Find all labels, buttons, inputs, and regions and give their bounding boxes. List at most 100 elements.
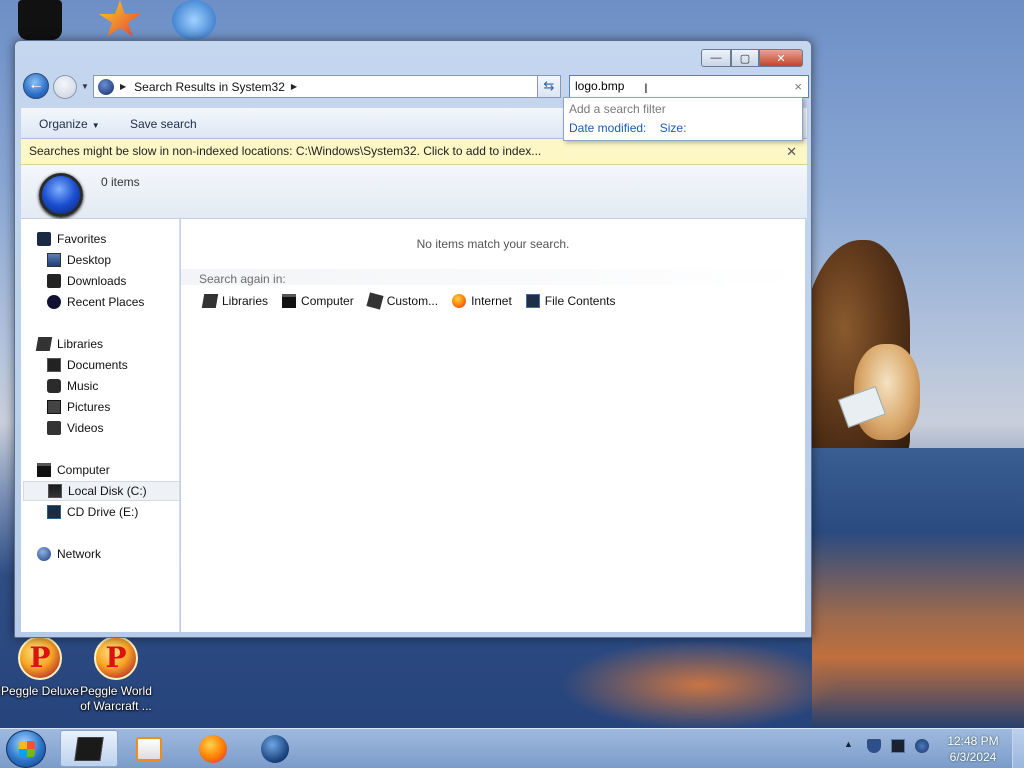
breadcrumb-trail-arrow[interactable]: ▶ bbox=[291, 82, 297, 91]
desktop-icon-peggle-deluxe[interactable]: P Peggle Deluxe bbox=[0, 636, 80, 699]
maximize-button[interactable]: ▢ bbox=[731, 49, 759, 67]
index-info-bar[interactable]: Searches might be slow in non-indexed lo… bbox=[21, 139, 807, 165]
downloads-icon bbox=[47, 274, 61, 288]
info-bar-close-button[interactable]: ✕ bbox=[786, 139, 797, 164]
address-bar[interactable]: ▶ Search Results in System32 ▶ ▼ bbox=[93, 75, 558, 98]
start-button[interactable] bbox=[6, 730, 46, 768]
search-input[interactable]: logo.bmp I × bbox=[569, 75, 809, 98]
clock[interactable]: 12:48 PM 6/3/2024 bbox=[940, 733, 1006, 765]
nav-label: CD Drive (E:) bbox=[67, 505, 139, 519]
organize-button[interactable]: Organize ▼ bbox=[39, 117, 100, 131]
peggle-logo-icon: P bbox=[94, 636, 138, 680]
volume-icon[interactable] bbox=[914, 739, 929, 753]
nav-label: Downloads bbox=[67, 274, 127, 288]
save-search-button[interactable]: Save search bbox=[130, 117, 197, 131]
option-label: Libraries bbox=[222, 294, 269, 308]
libraries-icon bbox=[201, 294, 219, 308]
peggle-top-icon[interactable] bbox=[172, 0, 216, 40]
search-again-computer[interactable]: Computer bbox=[282, 294, 354, 308]
nav-libraries[interactable]: Libraries bbox=[35, 334, 194, 354]
computer-icon bbox=[37, 463, 51, 477]
taskbar: ▲ 12:48 PM 6/3/2024 bbox=[0, 728, 1024, 768]
videos-icon bbox=[47, 421, 61, 435]
nav-label: Pictures bbox=[67, 400, 111, 414]
close-button[interactable]: ✕ bbox=[759, 49, 803, 67]
recent-places-icon bbox=[47, 295, 61, 309]
wallpaper-sunset-glow bbox=[560, 640, 840, 730]
nav-label: Recent Places bbox=[67, 295, 145, 309]
info-bar-message: Searches might be slow in non-indexed lo… bbox=[29, 144, 542, 158]
clear-search-button[interactable]: × bbox=[794, 76, 802, 97]
action-center-icon[interactable] bbox=[866, 739, 881, 753]
desktop-icon-label: Peggle World of Warcraft ... bbox=[80, 684, 152, 713]
libraries-icon bbox=[35, 337, 53, 351]
search-again-internet[interactable]: Internet bbox=[452, 294, 512, 308]
results-pane: No items match your search. Search again… bbox=[181, 219, 805, 632]
nav-favorites[interactable]: Favorites bbox=[37, 229, 194, 249]
explorer-window: — ▢ ✕ ← ▼ ▶ Search Results in System32 ▶… bbox=[14, 40, 812, 638]
nav-label: Documents bbox=[67, 358, 128, 372]
nav-label: Desktop bbox=[67, 253, 112, 267]
back-button[interactable]: ← bbox=[23, 73, 49, 99]
minimize-button[interactable]: — bbox=[701, 49, 731, 67]
refresh-button[interactable]: ⇆ bbox=[537, 75, 561, 98]
clock-date: 6/3/2024 bbox=[949, 750, 997, 764]
computer-icon bbox=[282, 294, 297, 308]
recycle-bin-icon[interactable] bbox=[18, 0, 62, 40]
search-again-custom[interactable]: Custom... bbox=[366, 292, 439, 310]
breadcrumb-separator[interactable]: ▶ bbox=[120, 82, 126, 91]
breadcrumb-location[interactable]: Search Results in System32 bbox=[134, 80, 285, 94]
documents-icon bbox=[47, 358, 61, 372]
no-items-message: No items match your search. bbox=[416, 237, 570, 251]
option-label: Internet bbox=[471, 294, 512, 308]
chevron-down-icon: ▼ bbox=[91, 121, 100, 130]
nav-label: Network bbox=[57, 547, 102, 561]
search-input-value: logo.bmp bbox=[575, 79, 625, 93]
network-status-icon[interactable] bbox=[890, 739, 905, 753]
music-icon bbox=[47, 379, 61, 393]
recent-pages-dropdown-icon[interactable]: ▼ bbox=[81, 82, 89, 91]
nav-label: Favorites bbox=[57, 232, 107, 246]
navigation-pane: Favorites Desktop Downloads Recent Place… bbox=[21, 219, 180, 632]
taskbar-globe-app-button[interactable] bbox=[246, 730, 304, 767]
show-desktop-button[interactable] bbox=[1012, 729, 1024, 768]
custom-folder-icon bbox=[366, 292, 384, 310]
file-contents-icon bbox=[525, 294, 540, 308]
firefox-icon bbox=[199, 734, 227, 763]
desktop-icon-peggle-wow[interactable]: P Peggle World of Warcraft ... bbox=[76, 636, 156, 714]
text-cursor-icon: I bbox=[644, 80, 648, 96]
show-hidden-icons-button[interactable]: ▲ bbox=[844, 739, 853, 753]
search-again-libraries[interactable]: Libraries bbox=[201, 294, 269, 308]
nav-label: Computer bbox=[57, 463, 110, 477]
filter-size-link[interactable]: Size: bbox=[660, 121, 687, 135]
option-label: Custom... bbox=[386, 294, 439, 308]
desktop-icon-label: Peggle Deluxe bbox=[0, 684, 80, 698]
search-filter-hint: Add a search filter bbox=[569, 102, 666, 116]
system-tray: ▲ bbox=[844, 739, 939, 753]
explorer-icon bbox=[74, 736, 104, 761]
nav-label: Music bbox=[67, 379, 99, 393]
forward-button[interactable] bbox=[53, 75, 77, 99]
search-orb-icon bbox=[39, 173, 83, 217]
globe-icon bbox=[261, 734, 289, 763]
caption-buttons: — ▢ ✕ bbox=[701, 49, 803, 67]
taskbar-media-player-button[interactable] bbox=[120, 730, 178, 767]
clock-time: 12:48 PM bbox=[947, 734, 999, 748]
cd-drive-icon bbox=[47, 505, 61, 519]
hamster-mascot-image bbox=[838, 336, 926, 446]
hard-disk-icon bbox=[48, 484, 62, 498]
network-icon bbox=[37, 547, 51, 561]
taskbar-firefox-button[interactable] bbox=[184, 730, 242, 767]
option-label: File Contents bbox=[544, 294, 616, 308]
taskbar-explorer-button[interactable] bbox=[60, 730, 118, 767]
peggle-logo-icon: P bbox=[18, 636, 62, 680]
nav-network[interactable]: Network bbox=[37, 544, 194, 564]
search-again-file-contents[interactable]: File Contents bbox=[525, 294, 616, 308]
filter-date-modified-link[interactable]: Date modified: bbox=[569, 121, 646, 135]
favorites-star-icon bbox=[37, 232, 51, 246]
nav-local-disk[interactable]: Local Disk (C:) bbox=[23, 481, 180, 501]
game-star-icon[interactable] bbox=[98, 0, 142, 37]
pictures-icon bbox=[47, 400, 61, 414]
nav-computer[interactable]: Computer bbox=[37, 460, 194, 480]
search-results-icon bbox=[98, 78, 114, 95]
